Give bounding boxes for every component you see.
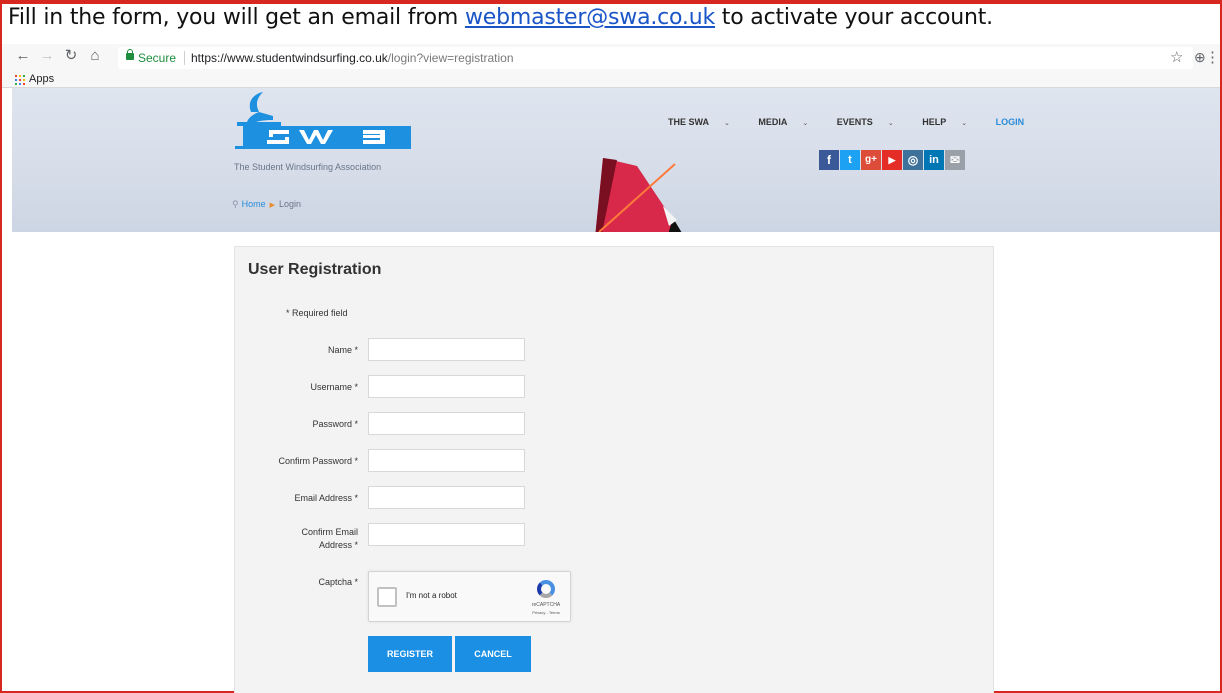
nav-events[interactable]: EVENTS ⌄ [837,117,907,127]
linkedin-icon[interactable]: in [924,150,944,170]
chevron-down-icon: ⌄ [961,120,968,127]
apps-grid-icon[interactable] [15,75,25,85]
breadcrumb-home-link[interactable]: Home [242,199,266,209]
secure-label: Secure [138,51,177,65]
nav-the-swa[interactable]: THE SWA ⌄ [668,117,743,127]
confirm-email-input[interactable] [368,523,525,546]
recaptcha-checkbox[interactable] [377,587,397,607]
nav-media[interactable]: MEDIA ⌄ [758,117,821,127]
bookmarks-bar: Apps [2,72,1220,88]
caption-suffix: to activate your account. [715,5,993,30]
captcha-label: Captcha * [318,577,358,587]
email-address-label: Email Address * [294,493,358,503]
chevron-down-icon: ⌄ [802,120,809,127]
site-tagline: The Student Windsurfing Association [234,162,382,172]
address-bar[interactable]: Secure https://www.studentwindsurfing.co… [118,47,1193,69]
instagram-icon[interactable]: ◎ [903,150,923,170]
site-header: The Student Windsurfing Association ⚲ Hom… [12,88,1220,232]
caption-prefix: Fill in the form, you will get an email … [8,5,465,30]
recaptcha-widget: I'm not a robot reCAPTCHA Privacy - Term… [368,571,571,622]
username-label: Username * [310,382,358,392]
url-host: www.studentwindsurfing.co.uk [227,51,388,65]
confirm-password-input[interactable] [368,449,525,472]
nav-the-swa-label: THE SWA [668,117,710,127]
url-text[interactable]: https://www.studentwindsurfing.co.uk/log… [191,47,514,69]
email-icon[interactable]: ✉ [945,150,965,170]
registration-panel: User Registration * Required field Name … [234,246,994,693]
confirm-email-label: Confirm Email Address * [301,527,358,550]
zoom-icon[interactable]: ⊕ [1194,49,1206,66]
confirm-password-label: Confirm Password * [278,456,358,466]
password-input[interactable] [368,412,525,435]
forward-arrow-icon[interactable]: → [38,47,56,65]
browser-menu-icon[interactable]: ⋮ [1205,48,1220,66]
nav-help-label: HELP [922,117,947,127]
recaptcha-checkbox-label: I'm not a robot [406,591,457,600]
required-field-note: * Required field [286,308,348,318]
windsurf-sail-image [595,158,682,232]
bookmark-star-icon[interactable]: ☆ [1170,48,1183,66]
instruction-caption: Fill in the form, you will get an email … [8,5,993,30]
recaptcha-logo-icon [537,580,555,598]
facebook-icon[interactable]: f [819,150,839,170]
recaptcha-brand: reCAPTCHA [531,602,561,608]
url-protocol: https:// [191,51,228,65]
breadcrumb-arrow-icon: ▶ [269,202,275,209]
nav-events-label: EVENTS [836,117,873,127]
youtube-icon[interactable]: ▶ [882,150,902,170]
nav-login[interactable]: LOGIN [996,117,1025,127]
username-input[interactable] [368,375,525,398]
form-title: User Registration [248,261,382,278]
nav-media-label: MEDIA [758,117,788,127]
google-plus-icon[interactable]: g+ [861,150,881,170]
browser-toolbar: ← → ↻ ⌂ Secure https://www.studentwindsu… [2,44,1220,72]
location-pin-icon: ⚲ [232,199,239,209]
breadcrumb: ⚲ Home ▶ Login [232,199,301,210]
reload-icon[interactable]: ↻ [62,47,80,65]
address-separator [184,51,185,65]
url-path: /login?view=registration [387,51,514,65]
twitter-icon[interactable]: t [840,150,860,170]
social-links: f t g+ ▶ ◎ in ✉ [819,150,966,170]
chevron-down-icon: ⌄ [724,120,730,127]
email-address-input[interactable] [368,486,525,509]
register-button[interactable]: REGISTER [368,636,452,672]
home-icon[interactable]: ⌂ [86,47,104,65]
name-label: Name * [327,345,358,355]
back-arrow-icon[interactable]: ← [14,47,32,65]
password-label: Password * [312,419,358,429]
main-navigation: THE SWA ⌄ MEDIA ⌄ EVENTS ⌄ HELP ⌄ LOGIN [668,117,1024,127]
nav-help[interactable]: HELP ⌄ [922,117,980,127]
swa-logo[interactable] [233,90,413,156]
bookmark-apps[interactable]: Apps [29,73,54,85]
chevron-down-icon: ⌄ [887,120,894,127]
cancel-button[interactable]: CANCEL [455,636,531,672]
breadcrumb-current: Login [279,199,302,209]
lock-icon [126,49,134,60]
recaptcha-terms-link[interactable]: Privacy - Terms [524,610,568,615]
caption-email-link[interactable]: webmaster@swa.co.uk [465,5,715,30]
name-input[interactable] [368,338,525,361]
